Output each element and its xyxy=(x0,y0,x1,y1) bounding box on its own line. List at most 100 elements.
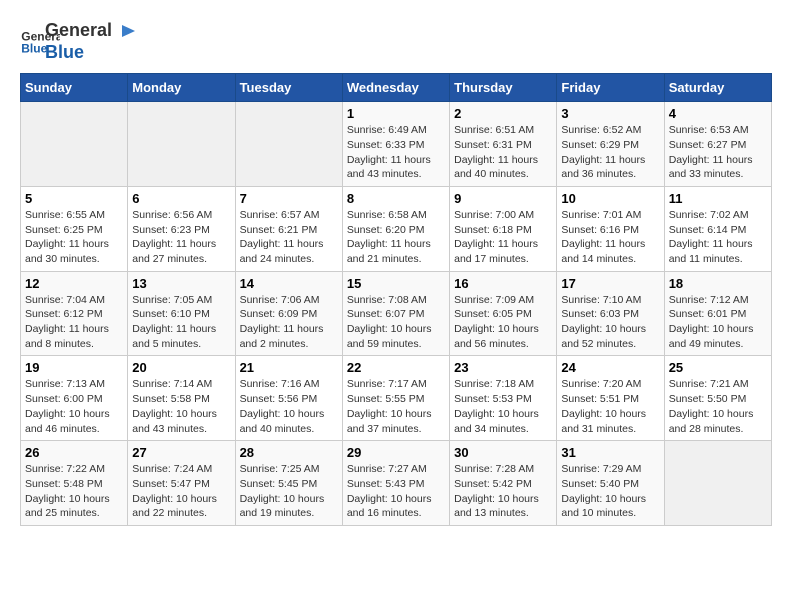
cell-content: Sunrise: 7:06 AMSunset: 6:09 PMDaylight:… xyxy=(240,293,338,352)
sunset-text: Sunset: 5:56 PM xyxy=(240,392,338,407)
daylight-text: Daylight: 10 hours and 49 minutes. xyxy=(669,322,767,351)
day-number: 30 xyxy=(454,445,552,460)
sunset-text: Sunset: 6:09 PM xyxy=(240,307,338,322)
sunset-text: Sunset: 6:12 PM xyxy=(25,307,123,322)
calendar-cell: 15Sunrise: 7:08 AMSunset: 6:07 PMDayligh… xyxy=(342,271,449,356)
sunrise-text: Sunrise: 6:57 AM xyxy=(240,208,338,223)
day-number: 23 xyxy=(454,360,552,375)
sunrise-text: Sunrise: 6:49 AM xyxy=(347,123,445,138)
cell-content: Sunrise: 7:22 AMSunset: 5:48 PMDaylight:… xyxy=(25,462,123,521)
daylight-text: Daylight: 11 hours and 40 minutes. xyxy=(454,153,552,182)
calendar-cell: 24Sunrise: 7:20 AMSunset: 5:51 PMDayligh… xyxy=(557,356,664,441)
cell-content: Sunrise: 6:56 AMSunset: 6:23 PMDaylight:… xyxy=(132,208,230,267)
daylight-text: Daylight: 10 hours and 40 minutes. xyxy=(240,407,338,436)
calendar-cell: 3Sunrise: 6:52 AMSunset: 6:29 PMDaylight… xyxy=(557,102,664,187)
daylight-text: Daylight: 10 hours and 22 minutes. xyxy=(132,492,230,521)
sunrise-text: Sunrise: 7:05 AM xyxy=(132,293,230,308)
weekday-header-friday: Friday xyxy=(557,74,664,102)
calendar-cell: 17Sunrise: 7:10 AMSunset: 6:03 PMDayligh… xyxy=(557,271,664,356)
sunset-text: Sunset: 6:10 PM xyxy=(132,307,230,322)
calendar-week-5: 26Sunrise: 7:22 AMSunset: 5:48 PMDayligh… xyxy=(21,441,772,526)
sunset-text: Sunset: 6:33 PM xyxy=(347,138,445,153)
cell-content: Sunrise: 7:00 AMSunset: 6:18 PMDaylight:… xyxy=(454,208,552,267)
sunrise-text: Sunrise: 7:27 AM xyxy=(347,462,445,477)
cell-content: Sunrise: 7:21 AMSunset: 5:50 PMDaylight:… xyxy=(669,377,767,436)
sunset-text: Sunset: 5:50 PM xyxy=(669,392,767,407)
sunrise-text: Sunrise: 7:29 AM xyxy=(561,462,659,477)
day-number: 21 xyxy=(240,360,338,375)
logo: General Blue General Blue xyxy=(20,20,137,63)
sunset-text: Sunset: 6:21 PM xyxy=(240,223,338,238)
sunrise-text: Sunrise: 7:22 AM xyxy=(25,462,123,477)
day-number: 7 xyxy=(240,191,338,206)
sunrise-text: Sunrise: 7:06 AM xyxy=(240,293,338,308)
daylight-text: Daylight: 10 hours and 16 minutes. xyxy=(347,492,445,521)
sunrise-text: Sunrise: 6:52 AM xyxy=(561,123,659,138)
cell-content: Sunrise: 7:04 AMSunset: 6:12 PMDaylight:… xyxy=(25,293,123,352)
cell-content: Sunrise: 7:08 AMSunset: 6:07 PMDaylight:… xyxy=(347,293,445,352)
sunrise-text: Sunrise: 7:08 AM xyxy=(347,293,445,308)
day-number: 1 xyxy=(347,106,445,121)
sunrise-text: Sunrise: 7:10 AM xyxy=(561,293,659,308)
calendar-cell xyxy=(128,102,235,187)
day-number: 2 xyxy=(454,106,552,121)
day-number: 6 xyxy=(132,191,230,206)
daylight-text: Daylight: 10 hours and 19 minutes. xyxy=(240,492,338,521)
daylight-text: Daylight: 10 hours and 25 minutes. xyxy=(25,492,123,521)
sunrise-text: Sunrise: 6:56 AM xyxy=(132,208,230,223)
calendar-cell: 19Sunrise: 7:13 AMSunset: 6:00 PMDayligh… xyxy=(21,356,128,441)
sunset-text: Sunset: 6:23 PM xyxy=(132,223,230,238)
sunset-text: Sunset: 5:51 PM xyxy=(561,392,659,407)
day-number: 10 xyxy=(561,191,659,206)
daylight-text: Daylight: 10 hours and 46 minutes. xyxy=(25,407,123,436)
sunrise-text: Sunrise: 7:21 AM xyxy=(669,377,767,392)
sunset-text: Sunset: 5:58 PM xyxy=(132,392,230,407)
calendar-cell: 9Sunrise: 7:00 AMSunset: 6:18 PMDaylight… xyxy=(450,186,557,271)
calendar-cell: 27Sunrise: 7:24 AMSunset: 5:47 PMDayligh… xyxy=(128,441,235,526)
cell-content: Sunrise: 7:13 AMSunset: 6:00 PMDaylight:… xyxy=(25,377,123,436)
logo-general-text: General xyxy=(45,20,137,42)
sunset-text: Sunset: 6:20 PM xyxy=(347,223,445,238)
calendar-cell: 14Sunrise: 7:06 AMSunset: 6:09 PMDayligh… xyxy=(235,271,342,356)
calendar-cell: 21 Sunrise: 7:16 AMSunset: 5:56 PMDayligh… xyxy=(235,356,342,441)
cell-content: Sunrise: 7:16 AMSunset: 5:56 PMDaylight:… xyxy=(240,377,338,436)
weekday-header-sunday: Sunday xyxy=(21,74,128,102)
calendar-cell: 10Sunrise: 7:01 AMSunset: 6:16 PMDayligh… xyxy=(557,186,664,271)
day-number: 31 xyxy=(561,445,659,460)
weekday-header-monday: Monday xyxy=(128,74,235,102)
day-number: 18 xyxy=(669,276,767,291)
weekday-header-row: SundayMondayTuesdayWednesdayThursdayFrid… xyxy=(21,74,772,102)
day-number: 13 xyxy=(132,276,230,291)
cell-content: Sunrise: 7:10 AMSunset: 6:03 PMDaylight:… xyxy=(561,293,659,352)
daylight-text: Daylight: 11 hours and 43 minutes. xyxy=(347,153,445,182)
sunset-text: Sunset: 6:03 PM xyxy=(561,307,659,322)
daylight-text: Daylight: 11 hours and 21 minutes. xyxy=(347,237,445,266)
cell-content: Sunrise: 7:25 AMSunset: 5:45 PMDaylight:… xyxy=(240,462,338,521)
calendar-cell xyxy=(235,102,342,187)
sunset-text: Sunset: 5:55 PM xyxy=(347,392,445,407)
cell-content: Sunrise: 7:17 AMSunset: 5:55 PMDaylight:… xyxy=(347,377,445,436)
cell-content: Sunrise: 7:27 AMSunset: 5:43 PMDaylight:… xyxy=(347,462,445,521)
sunset-text: Sunset: 5:40 PM xyxy=(561,477,659,492)
day-number: 22 xyxy=(347,360,445,375)
svg-text:Blue: Blue xyxy=(21,41,47,55)
day-number: 4 xyxy=(669,106,767,121)
sunrise-text: Sunrise: 7:00 AM xyxy=(454,208,552,223)
day-number: 25 xyxy=(669,360,767,375)
sunrise-text: Sunrise: 6:58 AM xyxy=(347,208,445,223)
day-number: 16 xyxy=(454,276,552,291)
calendar-cell: 31Sunrise: 7:29 AMSunset: 5:40 PMDayligh… xyxy=(557,441,664,526)
sunset-text: Sunset: 5:42 PM xyxy=(454,477,552,492)
logo-blue-text: Blue xyxy=(45,42,137,64)
sunrise-text: Sunrise: 7:02 AM xyxy=(669,208,767,223)
sunset-text: Sunset: 6:18 PM xyxy=(454,223,552,238)
calendar-cell: 11Sunrise: 7:02 AMSunset: 6:14 PMDayligh… xyxy=(664,186,771,271)
cell-content: Sunrise: 7:05 AMSunset: 6:10 PMDaylight:… xyxy=(132,293,230,352)
sunrise-text: Sunrise: 7:09 AM xyxy=(454,293,552,308)
page-header: General Blue General Blue xyxy=(20,20,772,63)
sunrise-text: Sunrise: 7:18 AM xyxy=(454,377,552,392)
weekday-header-tuesday: Tuesday xyxy=(235,74,342,102)
day-number: 29 xyxy=(347,445,445,460)
daylight-text: Daylight: 10 hours and 13 minutes. xyxy=(454,492,552,521)
cell-content: Sunrise: 7:02 AMSunset: 6:14 PMDaylight:… xyxy=(669,208,767,267)
